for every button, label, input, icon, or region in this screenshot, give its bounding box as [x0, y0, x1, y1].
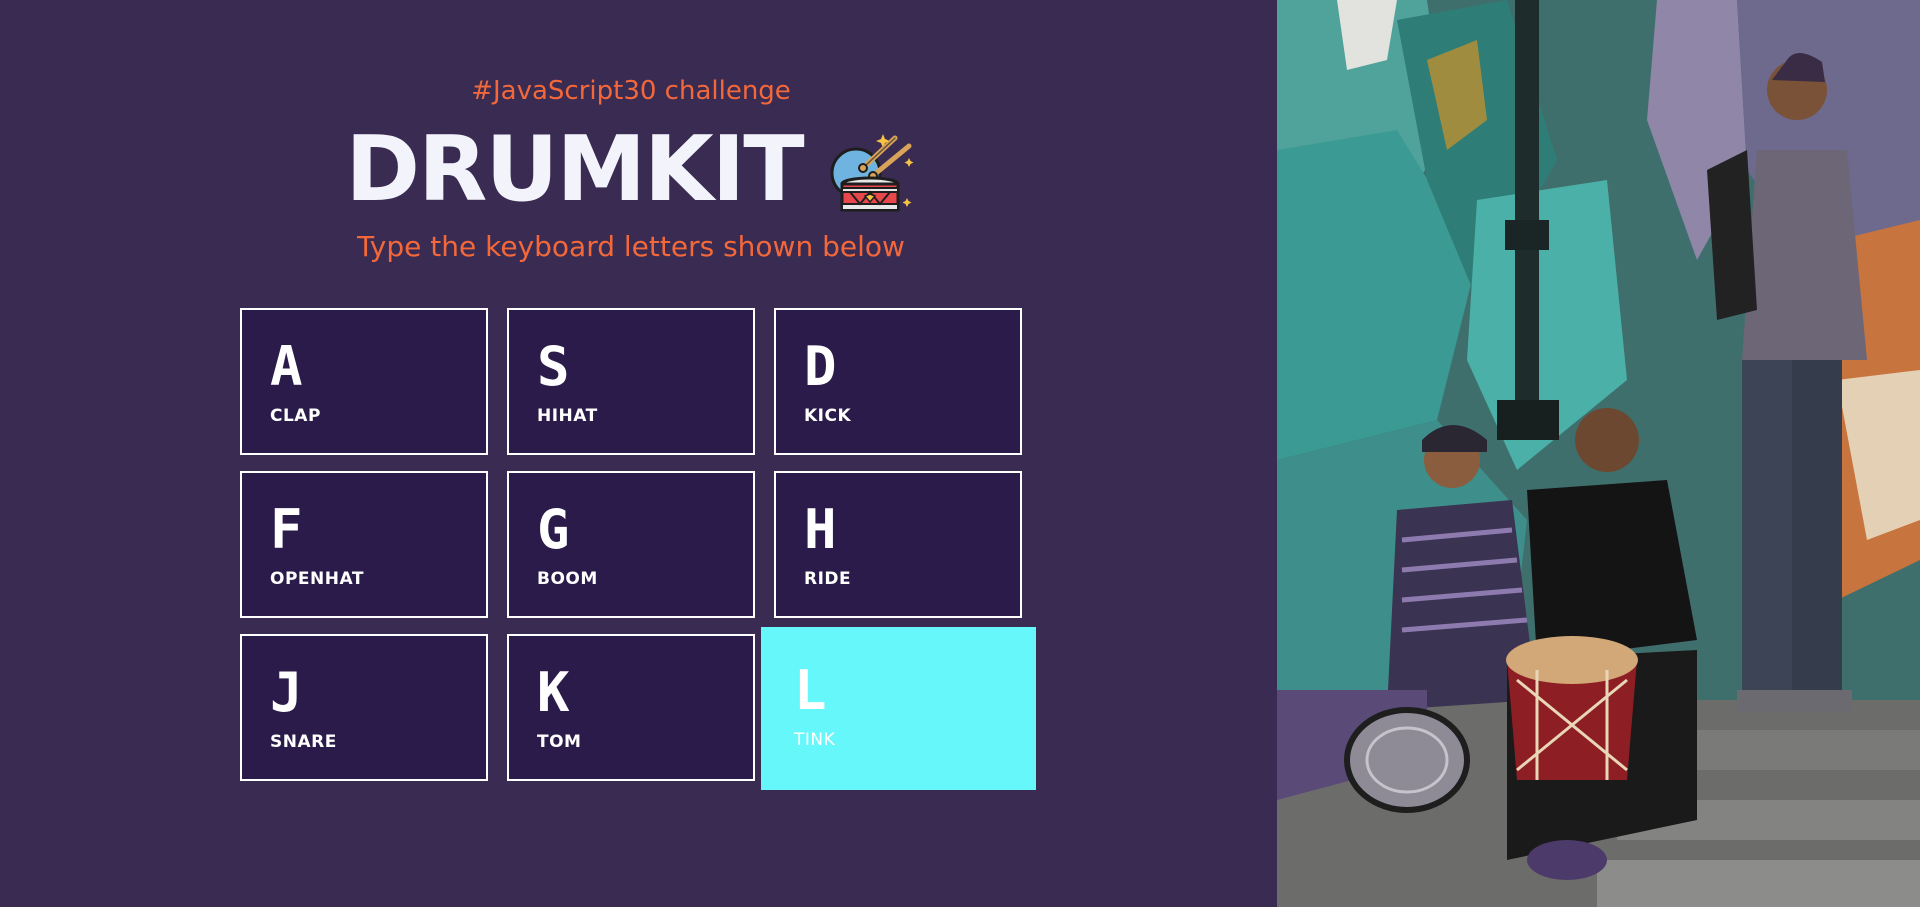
key-g[interactable]: G BOOM — [507, 471, 755, 618]
key-sound: TOM — [537, 732, 582, 752]
challenge-label: #JavaScript30 challenge — [471, 76, 791, 106]
key-d[interactable]: D KICK — [774, 308, 1022, 455]
key-sound: BOOM — [537, 569, 598, 589]
key-letter: F — [270, 498, 303, 561]
key-sound: HIHAT — [537, 406, 598, 426]
key-sound: RIDE — [804, 569, 852, 589]
key-sound: KICK — [804, 406, 852, 426]
key-letter: K — [537, 661, 570, 724]
key-j[interactable]: J SNARE — [240, 634, 488, 781]
key-sound: OPENHAT — [270, 569, 364, 589]
instructions: Type the keyboard letters shown below — [357, 230, 905, 263]
drum-icon — [830, 134, 914, 212]
title-row: DRUMKIT — [0, 118, 1262, 222]
street-musicians-photo — [1277, 0, 1920, 907]
key-letter: J — [270, 661, 303, 724]
key-f[interactable]: F OPENHAT — [240, 471, 488, 618]
page-title: DRUMKIT — [345, 117, 804, 222]
key-s[interactable]: S HIHAT — [507, 308, 755, 455]
key-h[interactable]: H RIDE — [774, 471, 1022, 618]
drumkit-panel: #JavaScript30 challenge DRUMKIT Type the… — [0, 0, 1277, 907]
key-letter: H — [804, 498, 837, 561]
key-letter: D — [804, 335, 837, 398]
key-k[interactable]: K TOM — [507, 634, 755, 781]
key-a[interactable]: A CLAP — [240, 308, 488, 455]
key-letter: L — [794, 659, 827, 722]
key-letter: A — [270, 335, 303, 398]
key-sound: SNARE — [270, 732, 337, 752]
key-sound: CLAP — [270, 406, 321, 426]
key-sound: TINK — [794, 730, 836, 750]
key-l[interactable]: L TINK — [761, 627, 1036, 790]
key-letter: G — [537, 498, 570, 561]
key-letter: S — [537, 335, 570, 398]
